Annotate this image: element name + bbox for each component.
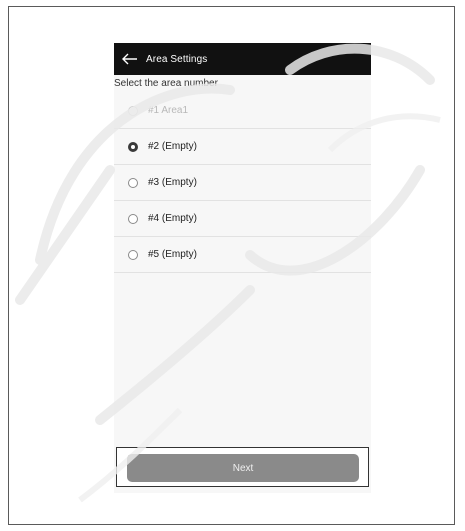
app-bar: Area Settings xyxy=(114,43,371,75)
area-option-2[interactable]: #2 (Empty) xyxy=(114,129,371,165)
phone-screen: Area Settings Select the area number #1 … xyxy=(114,43,371,493)
radio-button[interactable] xyxy=(128,249,138,260)
radio-button xyxy=(128,105,138,116)
footer-bar: Next xyxy=(116,447,369,487)
select-area-prompt: Select the area number xyxy=(114,78,218,89)
page-title: Area Settings xyxy=(146,53,208,65)
area-option-5[interactable]: #5 (Empty) xyxy=(114,237,371,273)
area-option-label: #1 Area1 xyxy=(148,105,189,116)
radio-button[interactable] xyxy=(128,177,138,188)
area-option-label: #3 (Empty) xyxy=(148,177,197,188)
arrow-left-icon[interactable] xyxy=(122,52,138,66)
next-button[interactable]: Next xyxy=(127,454,359,482)
area-option-1: #1 Area1 xyxy=(114,93,371,129)
area-option-3[interactable]: #3 (Empty) xyxy=(114,165,371,201)
radio-button[interactable] xyxy=(128,213,138,224)
area-list: #1 Area1 #2 (Empty) #3 (Empty) #4 (Empty… xyxy=(114,93,371,273)
area-option-label: #2 (Empty) xyxy=(148,141,197,152)
area-option-label: #4 (Empty) xyxy=(148,213,197,224)
area-option-label: #5 (Empty) xyxy=(148,249,197,260)
radio-button[interactable] xyxy=(128,141,138,152)
area-option-4[interactable]: #4 (Empty) xyxy=(114,201,371,237)
